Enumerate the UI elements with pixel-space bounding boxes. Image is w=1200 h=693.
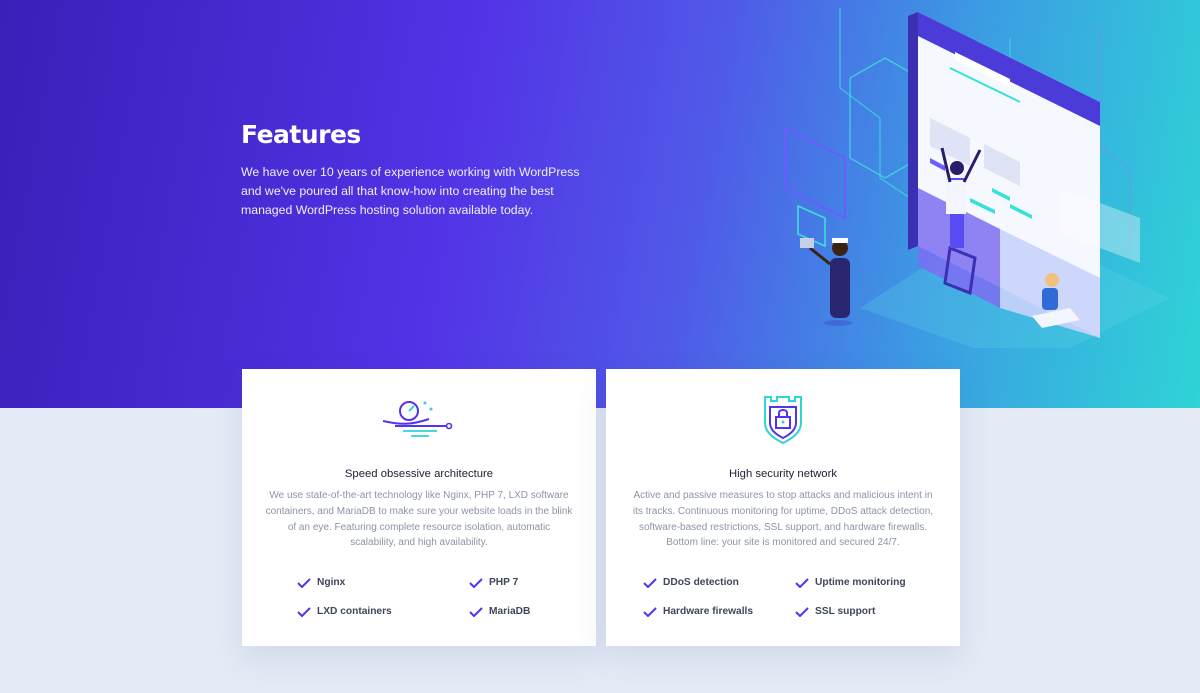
feature-card-security: High security network Active and passive… [606,369,960,646]
feature-label: PHP 7 [489,577,519,588]
checkmark-icon [469,577,483,588]
card-description: We use state-of-the-art technology like … [265,490,573,549]
hosting-illustration [784,8,1170,348]
feature-label: Uptime monitoring [815,577,906,588]
checkmark-icon [297,577,311,588]
card-description: Active and passive measures to stop atta… [632,490,934,549]
checkmark-icon [469,606,483,617]
feature-label: MariaDB [489,606,531,617]
feature-label: SSL support [815,606,876,617]
feature-item: DDoS detection [643,577,739,588]
checkmark-icon [643,606,657,617]
speed-icon [382,401,453,437]
feature-item: PHP 7 [469,577,518,588]
feature-item: LXD containers [297,606,392,617]
card-title: High security network [729,468,837,480]
checkmark-icon [297,606,311,617]
checkmark-icon [795,606,809,617]
feature-label: Hardware firewalls [663,606,754,617]
feature-item: Nginx [297,577,345,588]
feature-item: MariaDB [469,606,530,617]
hero-section: Features We have over 10 years of experi… [0,0,1200,408]
checkmark-icon [643,577,657,588]
page-title: Features [241,120,361,149]
feature-label: LXD containers [317,606,392,617]
security-shield-icon [764,396,802,445]
feature-card-speed: Speed obsessive architecture We use stat… [242,369,596,646]
feature-item: SSL support [795,606,875,617]
feature-label: Nginx [317,577,346,588]
checkmark-icon [795,577,809,588]
feature-item: Hardware firewalls [643,606,753,617]
feature-item: Uptime monitoring [795,577,906,588]
card-title: Speed obsessive architecture [344,468,494,480]
hero-description: We have over 10 years of experience work… [241,165,580,217]
feature-label: DDoS detection [663,577,739,588]
